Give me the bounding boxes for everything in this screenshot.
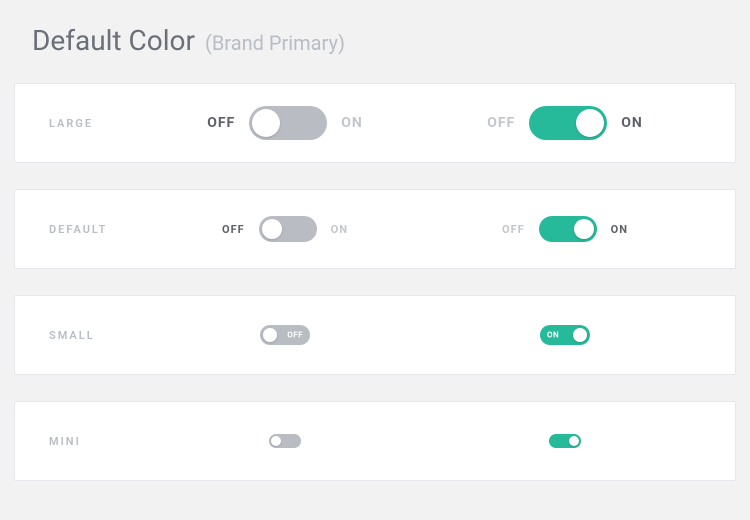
toggle-knob (263, 328, 277, 342)
label-off: OFF (502, 223, 525, 236)
toggle-small-on[interactable]: ON (540, 325, 590, 345)
toggle-knob (573, 328, 587, 342)
toggle-knob (569, 436, 579, 446)
toggle-knob (252, 109, 280, 137)
toggle-mini-on[interactable] (549, 434, 581, 448)
toggle-default-off[interactable] (259, 216, 317, 242)
label-off: OFF (222, 223, 245, 236)
toggle-default-on[interactable] (539, 216, 597, 242)
label-on: ON (331, 223, 348, 236)
label-on: ON (341, 115, 363, 131)
toggle-large-on[interactable] (529, 106, 607, 140)
page-subtitle: (Brand Primary) (205, 31, 345, 55)
toggle-small-off[interactable]: OFF (260, 325, 310, 345)
page-title: Default Color (32, 24, 195, 57)
row-mini: MINI (14, 401, 736, 481)
toggle-large-off[interactable] (249, 106, 327, 140)
toggle-knob (576, 109, 604, 137)
row-large: LARGE OFF ON OFF ON (14, 83, 736, 163)
toggle-inner-label: OFF (287, 331, 303, 340)
size-label-small: SMALL (15, 329, 145, 342)
size-label-mini: MINI (15, 435, 145, 448)
label-off: OFF (487, 115, 515, 131)
toggle-knob (262, 219, 282, 239)
row-small: SMALL OFF ON (14, 295, 736, 375)
toggle-inner-label: ON (547, 331, 559, 340)
toggle-mini-off[interactable] (269, 434, 301, 448)
size-label-default: DEFAULT (15, 223, 145, 236)
toggle-knob (271, 436, 281, 446)
row-default: DEFAULT OFF ON OFF ON (14, 189, 736, 269)
label-on: ON (621, 115, 643, 131)
label-off: OFF (207, 115, 235, 131)
label-on: ON (611, 223, 628, 236)
toggle-knob (574, 219, 594, 239)
size-label-large: LARGE (15, 117, 145, 130)
